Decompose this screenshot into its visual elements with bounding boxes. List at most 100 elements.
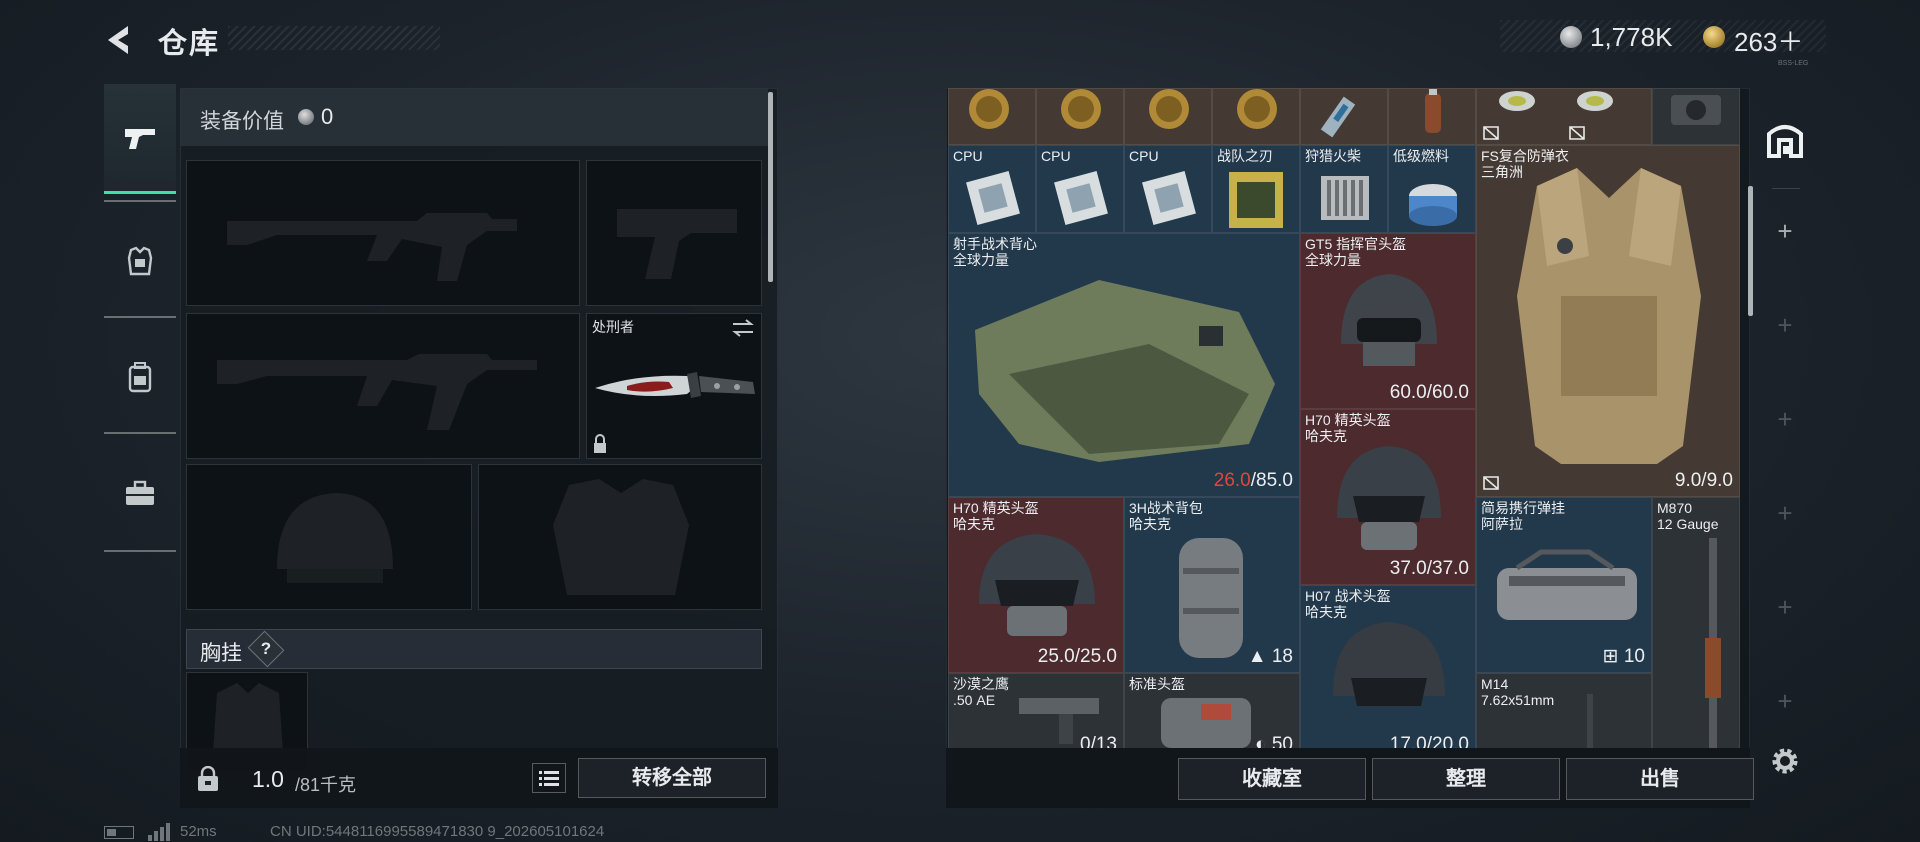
stash-cell[interactable]: 简易携行弹挂 阿萨拉 ⊞ 10 xyxy=(1476,497,1652,673)
item-name: 沙漠之鹰 .50 AE xyxy=(953,676,1009,708)
stash-cell[interactable]: H07 战术头盔 哈夫克 17.0/20.0 xyxy=(1300,585,1476,748)
helmet-silhouette-icon xyxy=(277,493,393,583)
silver-amount: 1,778K xyxy=(1590,22,1673,52)
item-name: GT5 指挥官头盔 全球力量 xyxy=(1305,236,1407,268)
secondary-weapon-slot[interactable] xyxy=(186,313,580,459)
lock-icon xyxy=(592,434,608,459)
item-name: CPU xyxy=(1041,148,1071,164)
back-button[interactable] xyxy=(100,20,140,60)
item-name: M14 7.62x51mm xyxy=(1481,676,1555,708)
swap-icon[interactable] xyxy=(731,318,755,343)
add-stash-page-button[interactable]: + xyxy=(1762,208,1808,254)
item-durability: 17.0/20.0 xyxy=(1389,734,1469,748)
weight-max: /81千克 xyxy=(295,775,357,795)
list-icon xyxy=(539,771,559,786)
tab-helmet-armor[interactable] xyxy=(104,206,176,316)
warehouse-icon xyxy=(1767,125,1803,158)
injector-item-icon xyxy=(1320,96,1356,138)
help-icon[interactable]: ? xyxy=(252,637,280,661)
item-capacity: ⊞ 10 xyxy=(1602,646,1645,667)
weight-lock-icon xyxy=(196,765,220,797)
stash-cell[interactable]: 射手战术背心 全球力量 26.0/85.0 xyxy=(948,233,1300,497)
stash-cell[interactable]: 低级燃料 xyxy=(1388,145,1476,233)
stash-cell[interactable]: 标准头盔 ◐ 50 xyxy=(1124,673,1300,748)
stash-page-1-tab[interactable] xyxy=(1762,116,1808,162)
stash-cell[interactable] xyxy=(1124,88,1212,145)
silver-coin-icon xyxy=(298,109,314,125)
briefcase-icon xyxy=(126,480,154,505)
armor-slot[interactable] xyxy=(478,464,762,610)
stash-cell[interactable]: GT5 指挥官头盔 全球力量 60.0/60.0 xyxy=(1300,233,1476,409)
organize-button[interactable]: 整理 xyxy=(1372,758,1560,800)
helmet-slot[interactable] xyxy=(186,464,472,610)
stash-cell[interactable] xyxy=(1036,88,1124,145)
coin-item-icon xyxy=(969,89,1009,129)
pistol-slot[interactable] xyxy=(586,160,762,306)
item-name: 射手战术背心 全球力量 xyxy=(953,236,1037,268)
tab-backpack[interactable] xyxy=(104,322,176,432)
stash-cell[interactable] xyxy=(1212,88,1300,145)
item-durability: 26.0/85.0 xyxy=(1213,470,1293,491)
primary-weapon-slot[interactable] xyxy=(186,160,580,306)
equipment-scrollbar[interactable] xyxy=(768,92,773,282)
item-name: CPU xyxy=(953,148,983,164)
nav-divider xyxy=(104,200,176,202)
add-stash-page-button[interactable]: + xyxy=(1762,678,1808,724)
gear-icon xyxy=(1772,748,1798,774)
canister-item-icon xyxy=(1499,91,1613,111)
tab-weapons[interactable] xyxy=(104,84,176,194)
stash-cell[interactable]: FS复合防弹衣 三角洲 9.0/9.0 xyxy=(1476,145,1740,497)
stash-cell[interactable] xyxy=(1300,88,1388,145)
rifle-silhouette-icon xyxy=(217,354,537,430)
item-name: CPU xyxy=(1129,148,1159,164)
add-stash-page-button[interactable]: + xyxy=(1762,490,1808,536)
grid-capacity-icon: ⊞ xyxy=(1602,646,1624,667)
stash-cell[interactable]: 沙漠之鹰 .50 AE 0/13 xyxy=(948,673,1124,748)
stash-cell[interactable]: 3H战术背包 哈夫克 ▲ 18 xyxy=(1124,497,1300,673)
left-nav xyxy=(104,84,176,554)
back-arrow-icon xyxy=(108,26,128,54)
stash-cell[interactable] xyxy=(1652,88,1740,145)
tab-case[interactable] xyxy=(104,438,176,548)
stash-cell[interactable] xyxy=(1476,88,1652,145)
shotgun-item-icon xyxy=(1705,538,1721,748)
add-stash-page-button[interactable]: + xyxy=(1762,302,1808,348)
collection-button[interactable]: 收藏室 xyxy=(1178,758,1366,800)
item-durability: 25.0/25.0 xyxy=(1037,646,1117,667)
pistol-icon xyxy=(125,128,155,149)
item-name: 狩猎火柴 xyxy=(1305,148,1361,164)
camera-item-icon xyxy=(1671,95,1721,125)
item-capacity: ▲ 18 xyxy=(1247,646,1293,667)
coin-item-icon xyxy=(1061,89,1101,129)
stash-cell[interactable]: CPU xyxy=(1124,145,1212,233)
rail-divider xyxy=(1772,188,1800,189)
settings-button[interactable] xyxy=(1762,738,1808,784)
stash-cell[interactable]: 战队之刃 xyxy=(1212,145,1300,233)
stash-cell[interactable]: 狩猎火柴 xyxy=(1300,145,1388,233)
stash-cell[interactable]: CPU xyxy=(948,145,1036,233)
stash-cell[interactable]: H70 精英头盔 哈夫克 37.0/37.0 xyxy=(1300,409,1476,585)
item-durability: 37.0/37.0 xyxy=(1389,558,1469,579)
silver-coin-icon xyxy=(1560,26,1582,48)
vest-silhouette-icon xyxy=(553,479,689,595)
ping-readout: 52ms xyxy=(180,823,217,840)
transfer-all-button[interactable]: 转移全部 xyxy=(578,758,766,798)
list-view-button[interactable] xyxy=(532,763,566,793)
gold-amount[interactable]: 263＋ xyxy=(1734,22,1803,59)
add-stash-page-button[interactable]: + xyxy=(1762,396,1808,442)
stash-cell[interactable] xyxy=(1388,88,1476,145)
stash-cell[interactable]: M14 7.62x51mm xyxy=(1476,673,1652,748)
stash-cell[interactable]: M870 12 Gauge xyxy=(1652,497,1740,748)
stash-cell[interactable]: H70 精英头盔 哈夫克 25.0/25.0 xyxy=(948,497,1124,673)
stash-scrollbar[interactable] xyxy=(1748,186,1753,316)
nav-divider xyxy=(104,316,176,318)
stash-cell[interactable] xyxy=(948,88,1036,145)
stash-cell[interactable]: CPU xyxy=(1036,145,1124,233)
add-stash-page-button[interactable]: + xyxy=(1762,584,1808,630)
capacity-icon: ▲ xyxy=(1247,646,1272,667)
nav-divider xyxy=(104,432,176,434)
item-name: H70 精英头盔 哈夫克 xyxy=(953,500,1039,532)
sell-button[interactable]: 出售 xyxy=(1566,758,1754,800)
item-name: 低级燃料 xyxy=(1393,148,1449,164)
item-name: 战队之刃 xyxy=(1217,148,1273,164)
